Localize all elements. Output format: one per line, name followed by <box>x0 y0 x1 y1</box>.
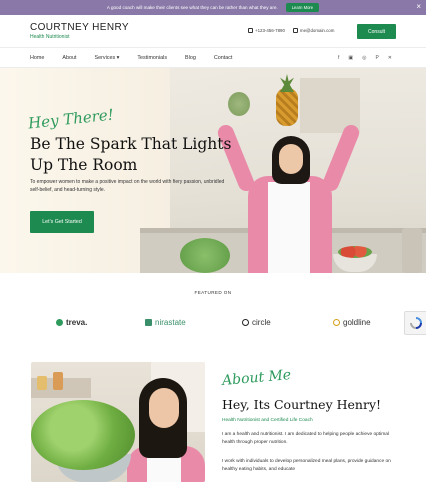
mail-icon <box>292 28 298 34</box>
site-tagline: Health Nutritionist <box>30 34 70 40</box>
hero-title: Be The Spark That Lights Up The Room <box>30 135 232 174</box>
instagram-icon[interactable]: ▣ <box>348 55 353 61</box>
logo-circle: circle <box>242 318 271 327</box>
promo-text: A good coach will make their clients see… <box>106 5 278 10</box>
consult-button[interactable]: Consult <box>357 24 396 39</box>
about-paragraph-2: I work with individuals to develop perso… <box>222 459 391 472</box>
hero-tomatoes <box>338 246 372 258</box>
site-logo[interactable]: COURTNEY HENRY <box>30 22 129 33</box>
nav-services[interactable]: Services ▾ <box>94 55 119 61</box>
recaptcha-icon <box>409 317 422 329</box>
site-header: COURTNEY HENRY Health Nutritionist +123-… <box>0 15 426 48</box>
nav-about[interactable]: About <box>62 55 76 61</box>
contact-info: +123-456-7890 me@domain.com <box>248 28 334 34</box>
hero-description: To empower women to make a positive impa… <box>30 179 225 193</box>
learn-more-button[interactable]: Learn More <box>285 3 320 12</box>
nav-contact[interactable]: Contact <box>214 55 233 61</box>
pineapple <box>276 88 298 126</box>
featured-label: FEATURED ON <box>194 290 232 295</box>
about-title: Hey, Its Courtney Henry! <box>222 397 382 412</box>
get-started-button[interactable]: Let's Get Started <box>30 211 94 233</box>
logo-nirastate: nirastate <box>145 318 186 327</box>
goldline-logo-icon <box>333 319 340 326</box>
dribbble-icon[interactable]: ◎ <box>362 55 366 61</box>
lettuce <box>31 400 135 470</box>
close-icon[interactable]: × <box>416 2 421 12</box>
recaptcha-badge[interactable] <box>404 311 426 335</box>
phone-link[interactable]: +123-456-7890 <box>248 28 285 34</box>
logo-goldline: goldline <box>333 318 371 327</box>
hero-jar <box>402 228 422 273</box>
about-paragraph-1: I am a health and nutritionist. I am ded… <box>222 432 389 445</box>
pinterest-icon[interactable]: P <box>375 55 378 61</box>
about-subtitle: Health Nutritionist and Certified Life C… <box>222 418 313 423</box>
promo-bar: A good coach will make their clients see… <box>0 0 426 15</box>
circle-logo-icon <box>242 319 249 326</box>
logo-treva: treva. <box>56 318 87 327</box>
nav-testimonials[interactable]: Testimonials <box>137 55 167 61</box>
email-link[interactable]: me@domain.com <box>292 28 334 34</box>
nav-home[interactable]: Home <box>30 55 44 61</box>
about-script-heading: About Me <box>221 367 292 389</box>
about-photo <box>31 362 205 482</box>
nav-blog[interactable]: Blog <box>185 55 196 61</box>
facebook-icon[interactable]: f <box>338 55 339 61</box>
nirastate-logo-icon <box>145 319 152 326</box>
main-nav: Home About Services ▾ Testimonials Blog … <box>0 48 426 68</box>
phone-icon <box>248 28 253 34</box>
treva-logo-icon <box>56 319 63 326</box>
hero-plant-vase <box>228 92 250 116</box>
twitter-icon[interactable]: ✕ <box>388 55 392 61</box>
hero-plant <box>180 238 230 273</box>
